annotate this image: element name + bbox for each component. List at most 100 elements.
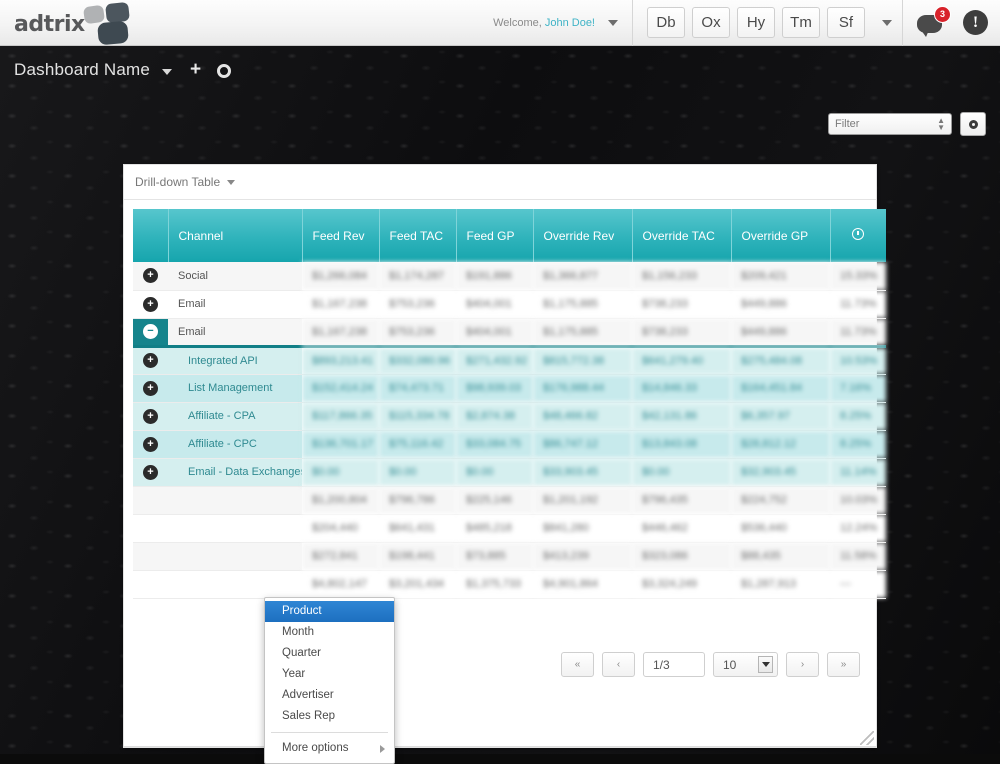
table-row[interactable]: + Email $1,167,238 $753,236 $404,001 $1,175,8…: [133, 290, 886, 319]
row-label[interactable]: Affiliate - CPA: [168, 402, 302, 431]
row-label[interactable]: [168, 542, 302, 571]
table-row[interactable]: + Affiliate - CPC $136,701.17 $75,116.42 $33…: [133, 430, 886, 459]
column-header-feed-gp[interactable]: Feed GP: [456, 209, 534, 262]
row-label[interactable]: Social: [168, 262, 302, 291]
menu-divider: [271, 732, 388, 733]
row-expander-cell[interactable]: +: [133, 262, 168, 291]
column-header-clock[interactable]: [830, 209, 886, 262]
expand-icon[interactable]: +: [143, 408, 158, 424]
row-label[interactable]: [168, 514, 302, 543]
table-header: Channel Feed Rev Feed TAC Feed GP Overri…: [133, 209, 886, 262]
menu-item-month[interactable]: Month: [265, 622, 394, 643]
pagination-prev-button[interactable]: ‹: [602, 652, 635, 677]
row-expander-cell[interactable]: +: [133, 374, 168, 403]
menu-item-year[interactable]: Year: [265, 664, 394, 685]
chat-icon[interactable]: 3: [917, 5, 951, 37]
row-value-override_tac: $323,086: [632, 542, 731, 571]
expand-icon[interactable]: +: [143, 436, 158, 452]
filter-select[interactable]: Filter ▲ ▼: [828, 113, 952, 135]
row-value-override_gp: $224,752: [731, 486, 830, 515]
app-button-ox[interactable]: Ox: [692, 7, 730, 38]
pagination-last-button[interactable]: »: [827, 652, 860, 677]
row-value-override_gp: $88,435: [731, 542, 830, 571]
column-header-feed-tac[interactable]: Feed TAC: [379, 209, 457, 262]
row-label[interactable]: Email - Data Exchanges: [168, 458, 302, 487]
row-label[interactable]: [168, 486, 302, 515]
column-header-channel[interactable]: Channel: [168, 209, 303, 262]
pagination-next-button[interactable]: ›: [786, 652, 819, 677]
row-value-override_rev: $1,201,192: [533, 486, 632, 515]
row-label[interactable]: List Management: [168, 374, 302, 403]
row-expander-cell[interactable]: +: [133, 344, 168, 375]
menu-item-more-options[interactable]: More options: [265, 738, 394, 759]
column-header-override-tac[interactable]: Override TAC: [632, 209, 732, 262]
app-switcher-more[interactable]: [873, 19, 902, 26]
pagination-page-input[interactable]: 1/3: [643, 652, 705, 677]
row-label[interactable]: [168, 570, 302, 599]
gear-icon[interactable]: [217, 64, 232, 78]
row-value-override_tac: $1,156,233: [632, 262, 731, 291]
table-row[interactable]: + Email - Data Exchanges $0.00 $0.00 $0.00 $3…: [133, 458, 886, 487]
row-value-override_rev: $176,988.44: [533, 374, 632, 403]
row-expander-cell[interactable]: +: [133, 458, 168, 487]
row-value-override_gp: $1,287,913: [731, 570, 830, 599]
menu-item-sales-rep[interactable]: Sales Rep: [265, 706, 394, 727]
collapse-icon[interactable]: −: [143, 324, 158, 339]
expand-icon[interactable]: +: [143, 380, 158, 396]
panel-resize-grip[interactable]: [860, 731, 874, 745]
table-row[interactable]: + Social $1,266,084 $1,174,287 $191,886 $1,36…: [133, 262, 886, 291]
app-logo[interactable]: adtrix: [10, 0, 140, 46]
row-expander-cell[interactable]: +: [133, 402, 168, 431]
column-header-override-gp[interactable]: Override GP: [731, 209, 831, 262]
gear-icon: [968, 119, 978, 129]
row-expander-cell[interactable]: −: [133, 318, 168, 347]
app-button-db[interactable]: Db: [647, 7, 685, 38]
row-value-feed_tac: $75,116.42: [379, 430, 456, 459]
expand-icon[interactable]: +: [143, 268, 158, 284]
row-expander-cell[interactable]: [133, 570, 168, 599]
row-expander-cell[interactable]: [133, 542, 168, 571]
expand-icon[interactable]: +: [143, 296, 158, 312]
expand-icon[interactable]: +: [143, 464, 158, 480]
logo-text: adtrix: [14, 11, 85, 37]
table-row[interactable]: $272,841 $198,441 $73,885 $413,239 $323,086 $…: [133, 542, 886, 571]
chevron-down-icon[interactable]: [608, 19, 618, 26]
add-widget-icon[interactable]: +: [190, 60, 201, 79]
row-value-override_rev: $1,175,885: [533, 318, 632, 347]
table-row[interactable]: + List Management $152,414.24 $74,473.71 $98…: [133, 374, 886, 403]
pagination-page-size-select[interactable]: 10: [713, 652, 778, 677]
row-value-override_tac: $738,233: [632, 290, 731, 319]
app-button-sf[interactable]: Sf: [827, 7, 865, 38]
chevron-down-icon[interactable]: [227, 179, 236, 185]
column-header-override-rev[interactable]: Override Rev: [533, 209, 633, 262]
table-row[interactable]: $1,200,804 $796,786 $225,146 $1,201,192 $796…: [133, 486, 886, 515]
alert-icon[interactable]: !: [963, 10, 988, 35]
table-row[interactable]: + Integrated API $893,213.41 $332,080.96 $27…: [133, 344, 886, 375]
user-menu[interactable]: Welcome, John Doe!: [493, 17, 632, 29]
row-label[interactable]: Affiliate - CPC: [168, 430, 302, 459]
table-row[interactable]: $4,802,147 $3,201,434 $1,375,733 $4,901,864…: [133, 570, 886, 599]
app-button-tm[interactable]: Tm: [782, 7, 820, 38]
filter-settings-button[interactable]: [960, 112, 986, 136]
menu-item-advertiser[interactable]: Advertiser: [265, 685, 394, 706]
table-row[interactable]: − Email $1,167,238 $753,236 $404,001 $1,175,8…: [133, 318, 886, 347]
chevron-down-icon[interactable]: [162, 69, 173, 75]
menu-item-product[interactable]: Product: [265, 601, 394, 622]
row-value-feed_gp: $73,885: [456, 542, 533, 571]
row-expander-cell[interactable]: [133, 514, 168, 543]
table-row[interactable]: $204,440 $641,431 $485,218 $841,280 $446,462…: [133, 514, 886, 543]
pagination-first-button[interactable]: «: [561, 652, 594, 677]
row-expander-cell[interactable]: [133, 486, 168, 515]
expand-icon[interactable]: +: [143, 353, 158, 368]
app-button-hy[interactable]: Hy: [737, 7, 775, 38]
menu-item-quarter[interactable]: Quarter: [265, 643, 394, 664]
row-label[interactable]: Email: [168, 290, 302, 319]
row-value-feed_rev: $0.00: [302, 458, 379, 487]
table-row[interactable]: + Affiliate - CPA $117,866.35 $115,334.78 $2…: [133, 402, 886, 431]
row-expander-cell[interactable]: +: [133, 290, 168, 319]
row-label[interactable]: Integrated API: [168, 344, 302, 375]
row-value-feed_tac: $198,441: [379, 542, 456, 571]
row-expander-cell[interactable]: +: [133, 430, 168, 459]
column-header-feed-rev[interactable]: Feed Rev: [302, 209, 380, 262]
row-label[interactable]: Email: [168, 318, 302, 347]
